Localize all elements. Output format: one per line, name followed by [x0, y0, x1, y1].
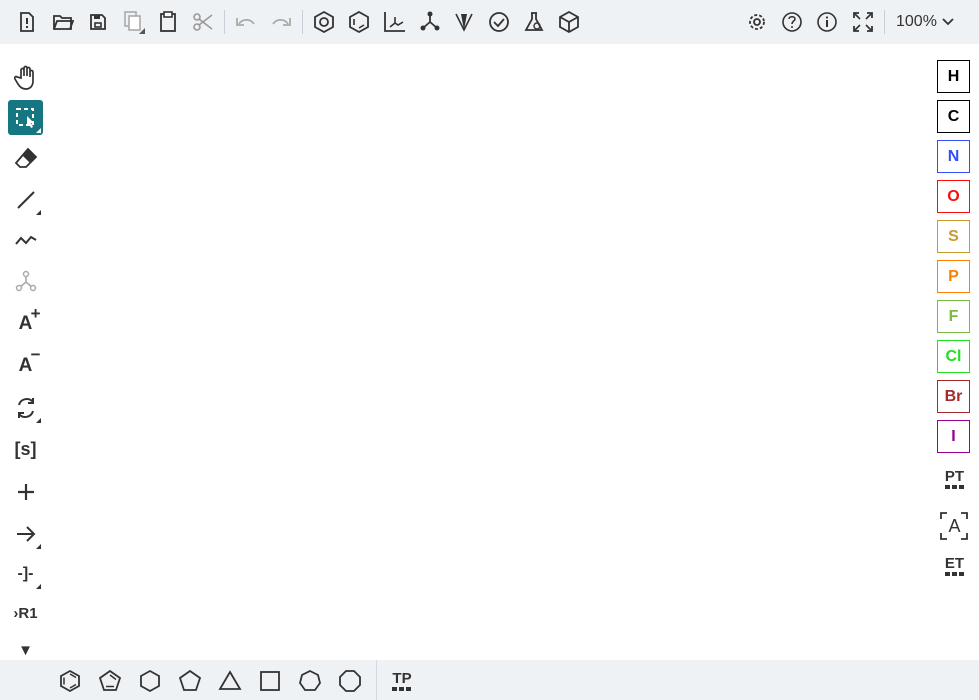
- top-toolbar: 100%: [0, 0, 979, 44]
- select-tool-button[interactable]: [8, 100, 43, 135]
- aromatize-icon[interactable]: [311, 9, 337, 35]
- periodic-table-label: PT: [944, 467, 965, 485]
- toolbar-divider: [302, 10, 303, 34]
- rgroup-fragment-text: ›R1: [13, 605, 38, 622]
- bottom-toolbar: TP: [0, 660, 979, 700]
- 3d-view-icon[interactable]: [556, 9, 582, 35]
- help-icon[interactable]: [779, 9, 805, 35]
- element-button-o[interactable]: O: [937, 180, 970, 213]
- charge-plus-button[interactable]: A +: [8, 303, 43, 341]
- stereo-icon[interactable]: [451, 9, 477, 35]
- toolbar-divider: [376, 660, 377, 700]
- atom-attach-icon: [15, 270, 36, 291]
- rectangle-selection-icon: [15, 107, 34, 128]
- template-atom-button[interactable]: [8, 264, 43, 299]
- element-button-f[interactable]: F: [937, 300, 970, 333]
- toolbar-divider: [884, 10, 885, 34]
- toolbar-divider: [224, 10, 225, 34]
- check-icon[interactable]: [486, 9, 512, 35]
- cyclopentadiene-icon: [98, 669, 122, 691]
- cyclopentane-icon: [178, 669, 202, 691]
- element-button-i[interactable]: I: [937, 420, 970, 453]
- any-atom-label: A: [948, 516, 961, 536]
- hand-tool-button[interactable]: [8, 60, 43, 95]
- charge-minus-button[interactable]: A −: [8, 344, 43, 383]
- cut-icon[interactable]: [190, 9, 216, 35]
- any-atom-button[interactable]: A: [937, 509, 972, 544]
- rotate-icon: [17, 397, 34, 418]
- template-library-label: TP: [392, 669, 412, 687]
- zoom-dropdown[interactable]: 100%: [896, 10, 955, 34]
- open-folder-icon[interactable]: [50, 9, 76, 35]
- element-button-c[interactable]: C: [937, 100, 970, 133]
- copy-icon[interactable]: [120, 9, 146, 35]
- extended-table-button[interactable]: ET: [937, 548, 972, 583]
- cyclopropane-template-button[interactable]: [216, 667, 244, 695]
- extended-table-label: ET: [944, 554, 965, 572]
- element-button-n[interactable]: N: [937, 140, 970, 173]
- zoom-value: 100%: [896, 13, 937, 30]
- sgroup-label: [s]: [14, 439, 37, 459]
- erase-tool-button[interactable]: [8, 140, 43, 175]
- element-button-h[interactable]: H: [937, 60, 970, 93]
- chevron-down-icon: [942, 18, 954, 26]
- single-bond-icon: [16, 190, 35, 209]
- triangle-down-icon: ▼: [18, 642, 33, 659]
- plus-tool-button[interactable]: [8, 474, 43, 509]
- new-file-icon[interactable]: [14, 9, 40, 35]
- paste-icon[interactable]: [155, 9, 181, 35]
- drawing-canvas[interactable]: [50, 44, 930, 660]
- redo-icon[interactable]: [268, 9, 294, 35]
- cyclohexane-icon: [140, 669, 160, 693]
- element-button-s[interactable]: S: [937, 220, 970, 253]
- bond-tool-button[interactable]: [8, 182, 43, 217]
- rgroup-label-text: -]-: [17, 564, 34, 582]
- hand-icon: [13, 65, 34, 90]
- arrow-tool-button[interactable]: [8, 516, 43, 551]
- cyclooctane-icon: [339, 670, 361, 692]
- cyclopropane-icon: [218, 670, 242, 690]
- charge-plus-label: A +: [18, 303, 41, 334]
- arrow-right-icon: [16, 525, 35, 542]
- clean-icon[interactable]: [417, 9, 443, 35]
- charge-minus-label: A −: [18, 344, 41, 376]
- settings-icon[interactable]: [744, 9, 770, 35]
- cyclopentane-template-button[interactable]: [176, 667, 204, 695]
- plus-icon: [17, 483, 34, 500]
- cyclobutane-template-button[interactable]: [256, 667, 284, 695]
- sgroup-tool-button[interactable]: [s]: [8, 432, 43, 467]
- rgroup-label-button[interactable]: -]-: [8, 556, 43, 591]
- template-library-button[interactable]: TP: [388, 667, 416, 695]
- cyclopentadiene-template-button[interactable]: [96, 667, 124, 695]
- fullscreen-icon[interactable]: [850, 9, 876, 35]
- cycloheptane-icon: [299, 669, 321, 691]
- cyclohexane-template-button[interactable]: [136, 667, 164, 695]
- layout-icon[interactable]: [381, 9, 407, 35]
- cyclooctane-template-button[interactable]: [336, 667, 364, 695]
- element-button-p[interactable]: P: [937, 260, 970, 293]
- eraser-icon: [14, 147, 37, 168]
- element-button-cl[interactable]: Cl: [937, 340, 970, 373]
- dearomatize-icon[interactable]: [346, 9, 372, 35]
- benzene-template-button[interactable]: [56, 667, 84, 695]
- transform-tool-button[interactable]: [8, 390, 43, 425]
- chain-tool-button[interactable]: [8, 222, 43, 257]
- cyclobutane-icon: [260, 671, 280, 691]
- benzene-icon: [60, 669, 80, 693]
- undo-icon[interactable]: [233, 9, 259, 35]
- about-icon[interactable]: [814, 9, 840, 35]
- cycloheptane-template-button[interactable]: [296, 667, 324, 695]
- element-button-br[interactable]: Br: [937, 380, 970, 413]
- save-icon[interactable]: [85, 9, 111, 35]
- periodic-table-button[interactable]: PT: [937, 461, 972, 496]
- rgroup-fragment-button[interactable]: ›R1: [8, 596, 43, 631]
- calculate-icon[interactable]: [521, 9, 547, 35]
- chain-icon: [14, 235, 37, 245]
